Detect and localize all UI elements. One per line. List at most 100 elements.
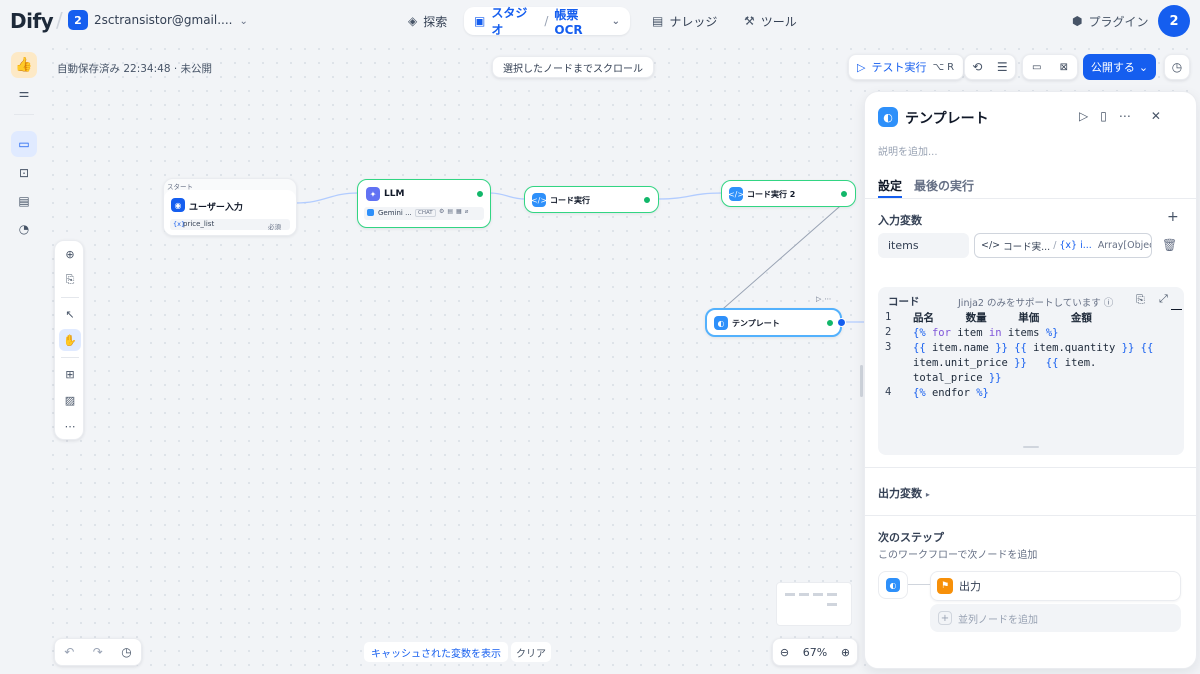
var-source-node: コード実... xyxy=(1003,241,1051,253)
zoom-control: ⊖ 67% ⊕ xyxy=(772,638,858,666)
panel-title[interactable]: テンプレート xyxy=(905,108,989,128)
code-editor[interactable]: コード Jinja2 のみをサポートしています ⓘ ⎘ ⤢ 1 品名 数量 単価 … xyxy=(878,287,1184,455)
zoom-level[interactable]: 67% xyxy=(803,646,827,659)
panel-resize-handle[interactable] xyxy=(860,365,863,397)
node-title: テンプレート xyxy=(732,319,780,328)
plus-icon: + xyxy=(938,611,952,625)
node-config-panel: ◐ テンプレート ▷ ▯ ⋯ ✕ 説明を追加... 設定 最後の実行 入力変数 … xyxy=(864,91,1197,669)
start-node[interactable]: スタート ◉ ユーザー入力 {x} price_list 必須 xyxy=(163,178,297,236)
add-parallel-node-button[interactable]: + 並列ノードを追加 xyxy=(930,604,1181,632)
code-icon: </> xyxy=(981,240,1001,251)
help-icon[interactable]: ⓘ xyxy=(1104,298,1114,309)
add-handle[interactable] xyxy=(837,318,846,327)
input-var-name: price_list xyxy=(183,220,215,228)
success-status-icon xyxy=(476,190,484,198)
var-type: Array[Object] xyxy=(1097,240,1151,251)
llm-node[interactable]: ✦ LLM Gemini ... CHAT ⚙▤▦⌀ xyxy=(357,179,491,228)
edge-code-code2 xyxy=(657,192,723,200)
code-node-2[interactable]: </> コード実行 2 xyxy=(721,180,856,207)
caret-right-icon: ▸ xyxy=(925,490,930,499)
next-node-output[interactable]: ⚑ 出力 xyxy=(930,571,1181,601)
next-step-desc: このワークフローで次ノードを追加 xyxy=(878,550,1038,561)
minimap[interactable] xyxy=(776,582,852,626)
more-icon[interactable]: ⋯ xyxy=(59,415,81,437)
help-doc-icon[interactable]: ▯ xyxy=(1100,109,1107,123)
success-status-icon xyxy=(826,319,834,327)
line-number: 4 xyxy=(885,386,892,398)
model-name: Gemini ... xyxy=(378,209,412,217)
expand-icon[interactable]: ⤢ xyxy=(1159,292,1168,306)
tab-last-run[interactable]: 最後の実行 xyxy=(914,177,974,194)
template-icon: ◐ xyxy=(886,578,900,592)
var-sep: / xyxy=(1053,240,1057,251)
description-input[interactable]: 説明を追加... xyxy=(878,143,938,158)
user-icon: ◉ xyxy=(171,198,185,212)
variable-name-input[interactable]: items xyxy=(878,233,969,258)
add-node-icon[interactable]: ⊕ xyxy=(59,243,81,265)
tab-settings[interactable]: 設定 xyxy=(878,177,902,194)
edge-llm-code xyxy=(489,192,526,200)
variable-selector[interactable]: </> コード実... / {x} i... Array[Object] xyxy=(974,233,1152,258)
code-icon: </> xyxy=(531,193,547,207)
show-cached-vars-button[interactable]: キャッシュされた変数を表示 xyxy=(364,642,508,662)
code-node[interactable]: </> コード実行 xyxy=(524,186,659,213)
next-step-label: 次のステップ xyxy=(878,531,944,544)
cursor-mark xyxy=(1171,309,1182,310)
pointer-icon[interactable]: ↖ xyxy=(59,303,81,325)
jinja-note: Jinja2 のみをサポートしています ⓘ xyxy=(958,295,1113,309)
panel-actions: ▷ ▯ ⋯ ✕ xyxy=(1079,109,1161,123)
delete-icon[interactable]: 🗑 xyxy=(1162,238,1177,252)
var-ref: i... xyxy=(1080,240,1092,251)
add-variable-icon[interactable]: + xyxy=(1167,209,1179,225)
copy-icon[interactable]: ⎘ xyxy=(1136,293,1145,307)
input-vars-label: 入力変数 xyxy=(878,214,922,227)
jinja-note-text: Jinja2 のみをサポートしています xyxy=(958,298,1101,309)
line-number: 2 xyxy=(885,326,892,338)
history-icon[interactable]: ◷ xyxy=(121,645,131,659)
success-status-icon xyxy=(840,190,848,198)
success-status-icon xyxy=(643,196,651,204)
image-export-icon[interactable]: ▨ xyxy=(59,389,81,411)
next-node-label: 出力 xyxy=(959,580,981,593)
zoom-out-icon[interactable]: ⊖ xyxy=(780,646,789,659)
llm-icon: ✦ xyxy=(366,187,380,201)
output-vars-toggle[interactable]: 出力変数 ▸ xyxy=(878,485,930,501)
output-vars-label: 出力変数 xyxy=(878,487,922,500)
zoom-in-icon[interactable]: ⊕ xyxy=(841,646,850,659)
code-line: 品名 数量 単価 金額 xyxy=(913,312,1092,324)
add-parallel-label: 並列ノードを追加 xyxy=(958,614,1038,626)
output-icon: ⚑ xyxy=(937,578,953,594)
clear-button[interactable]: クリア xyxy=(511,642,551,662)
node-actions[interactable]: ▷⋯ xyxy=(816,295,834,303)
required-tag: 必須 xyxy=(268,223,281,231)
redo-icon[interactable]: ↷ xyxy=(93,645,103,659)
run-step-icon[interactable]: ▷ xyxy=(1079,109,1088,123)
editor-resize-handle[interactable] xyxy=(1023,446,1039,448)
gemini-icon xyxy=(367,209,374,216)
organize-blocks-icon[interactable]: ⊞ xyxy=(59,363,81,385)
close-icon[interactable]: ✕ xyxy=(1151,109,1161,123)
variable-icon: {x} xyxy=(1059,240,1078,251)
undo-icon[interactable]: ↶ xyxy=(64,645,74,659)
code-line: {% endfor %} xyxy=(913,387,989,399)
tab-last-run-label: 最後の実行 xyxy=(914,179,975,193)
line-number: 3 xyxy=(885,341,892,353)
code-icon: </> xyxy=(728,187,744,201)
node-title: コード実行 xyxy=(550,196,590,205)
code-content[interactable]: 1 品名 数量 単価 金額 2 {% for item in items %} 3 {… xyxy=(885,311,1175,401)
model-feature-icons: ⚙▤▦⌀ xyxy=(439,208,472,215)
line-number: 1 xyxy=(885,311,892,323)
tab-settings-label: 設定 xyxy=(878,179,903,193)
current-node-chip: ◐ xyxy=(878,571,908,599)
model-mode-badge: CHAT xyxy=(415,209,436,217)
template-node[interactable]: ◐ テンプレート xyxy=(705,308,846,337)
undo-redo-group: ↶ ↷ ◷ xyxy=(54,638,142,666)
node-title: LLM xyxy=(384,189,405,199)
template-icon: ◐ xyxy=(878,107,898,127)
more-icon[interactable]: ⋯ xyxy=(1119,109,1131,123)
hand-icon[interactable]: ✋ xyxy=(59,329,81,351)
code-label: コード xyxy=(888,296,920,308)
node-title: コード実行 2 xyxy=(747,190,796,199)
add-note-icon[interactable]: ⎘ xyxy=(59,269,81,291)
edge-start-llm xyxy=(295,192,359,204)
